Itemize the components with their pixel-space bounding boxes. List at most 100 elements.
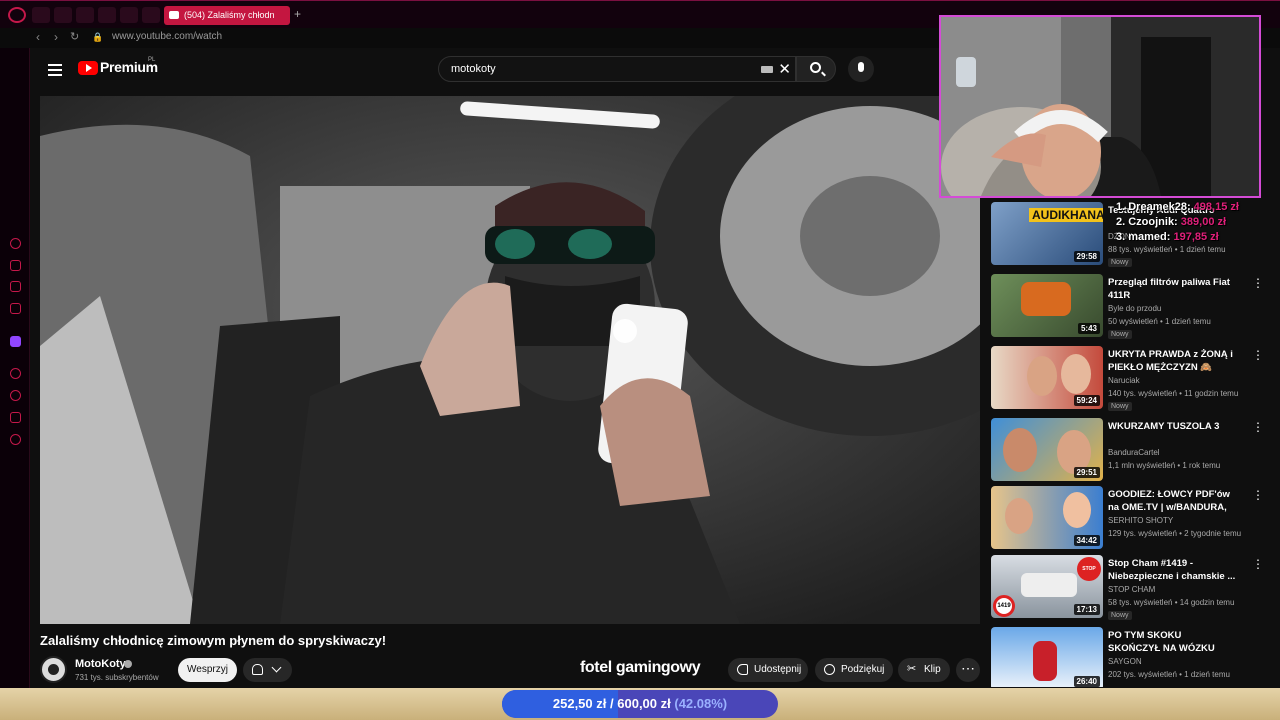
video-thumbnail[interactable]: 26:40 — [991, 627, 1103, 687]
channel-name[interactable]: Byle do przodu — [1108, 304, 1161, 313]
video-thumbnail[interactable]: 29:51 — [991, 418, 1103, 481]
sidebar-extensions-icon[interactable] — [10, 412, 21, 423]
video-duration: 17:13 — [1073, 604, 1100, 615]
microphone-icon — [858, 62, 864, 72]
youtube-favicon-icon — [169, 11, 179, 19]
list-item[interactable]: 26:40 PO TYM SKOKU SKOŃCZYŁ NA WÓZKU SAY… — [990, 627, 1280, 687]
webcam-overlay — [939, 15, 1261, 198]
video-duration: 5:43 — [1077, 323, 1100, 334]
menu-hamburger-icon[interactable] — [48, 64, 62, 76]
video-duration: 29:51 — [1073, 467, 1100, 478]
new-badge: Nowy — [1108, 330, 1132, 339]
video-title[interactable]: Przegląd filtrów paliwa Fiat 411R — [1108, 276, 1236, 302]
video-meta: 129 tys. wyświetleń • 2 tygodnie temu — [1108, 529, 1242, 538]
sidebar-twitch-icon[interactable] — [10, 336, 21, 347]
video-meta: 202 tys. wyświetleń • 1 dzień temu — [1108, 670, 1230, 679]
sidebar-shop-icon[interactable] — [10, 260, 21, 271]
video-thumbnail[interactable]: AUDIKHANA 29:58 — [991, 202, 1103, 265]
video-title[interactable]: GOODIEZ: ŁOWCY PDF'ów na OME.TV | w/BAND… — [1108, 488, 1236, 514]
new-badge: Nowy — [1108, 402, 1132, 411]
video-title[interactable]: WKURZAMY TUSZOLA 3 — [1108, 420, 1236, 433]
list-item[interactable]: 29:51 WKURZAMY TUSZOLA 3 BanduraCartel 1… — [990, 418, 1280, 484]
lock-icon: 🔒 — [92, 32, 104, 42]
more-vert-icon[interactable]: ⋮ — [1252, 557, 1264, 571]
forward-icon[interactable]: › — [54, 30, 58, 44]
tab-pinned-6-icon[interactable] — [142, 7, 160, 23]
list-item[interactable]: 1419 STOP 17:13 Stop Cham #1419 - Niebez… — [990, 555, 1280, 621]
subscriber-count: 731 tys. subskrybentów — [75, 673, 159, 682]
thanks-button[interactable]: Podziękuj — [815, 658, 893, 682]
share-icon — [737, 664, 748, 675]
clip-label: Klip — [924, 664, 941, 675]
new-tab-plus-icon[interactable]: + — [294, 7, 301, 21]
channel-name[interactable]: SAYGON — [1108, 657, 1142, 666]
browser-sidebar — [0, 48, 30, 688]
sidebar-speed-dial-icon[interactable] — [10, 238, 21, 249]
video-thumbnail[interactable]: 5:43 — [991, 274, 1103, 337]
search-input[interactable]: motokoty ✕ — [438, 56, 796, 82]
channel-name[interactable]: SERHITO SHOTY — [1108, 516, 1173, 525]
tab-active-youtube[interactable]: (504) Zalaliśmy chłodn — [164, 6, 290, 25]
sidebar-mail-icon[interactable] — [10, 303, 21, 314]
list-item[interactable]: 34:42 GOODIEZ: ŁOWCY PDF'ów na OME.TV | … — [990, 486, 1280, 552]
more-vert-icon[interactable]: ⋮ — [1252, 348, 1264, 362]
more-vert-icon[interactable]: ⋮ — [1252, 488, 1264, 502]
thanks-icon — [824, 664, 835, 675]
keyboard-icon[interactable] — [761, 66, 773, 73]
sidebar-settings-icon[interactable] — [10, 434, 21, 445]
support-button[interactable]: Wesprzyj — [178, 658, 237, 682]
youtube-logo-icon[interactable] — [78, 61, 98, 75]
opera-logo-icon[interactable] — [8, 7, 26, 23]
new-badge: Nowy — [1108, 611, 1132, 620]
tab-pinned-4-icon[interactable] — [98, 7, 116, 23]
more-vert-icon[interactable]: ⋮ — [1252, 276, 1264, 290]
chevron-down-icon — [271, 662, 282, 673]
share-button[interactable]: Udostępnij — [728, 658, 808, 682]
leaderboard-row: 2. Czoojnik: 389,00 zł — [1116, 216, 1227, 228]
clear-search-icon[interactable]: ✕ — [778, 60, 791, 78]
channel-name[interactable]: MotoKoty — [75, 658, 126, 670]
verified-check-icon — [124, 660, 132, 668]
youtube-header: Premium PL motokoty ✕ — [30, 48, 980, 96]
tab-pinned-5-icon[interactable] — [120, 7, 138, 23]
video-title[interactable]: PO TYM SKOKU SKOŃCZYŁ NA WÓZKU — [1108, 629, 1236, 655]
video-thumbnail[interactable]: 59:24 — [991, 346, 1103, 409]
channel-name[interactable]: Naruciak — [1108, 376, 1140, 385]
back-icon[interactable]: ‹ — [36, 30, 40, 44]
video-player[interactable] — [40, 96, 980, 624]
leaderboard-row: 3. mamed: 197,85 zł — [1116, 231, 1219, 243]
tab-label: (504) Zalaliśmy chłodn — [184, 10, 275, 20]
more-vert-icon[interactable]: ⋮ — [1252, 420, 1264, 434]
donation-goal-text: 252,50 zł / 600,00 zł (42.08%) — [552, 696, 728, 711]
list-item[interactable]: 5:43 Przegląd filtrów paliwa Fiat 411R B… — [990, 274, 1280, 340]
search-icon — [810, 62, 821, 73]
more-actions-button[interactable]: ⋯ — [956, 658, 980, 682]
tab-pinned-2-icon[interactable] — [54, 7, 72, 23]
reload-icon[interactable]: ↻ — [70, 30, 79, 43]
search-button[interactable] — [796, 56, 836, 82]
sidebar-messenger-icon[interactable] — [10, 281, 21, 292]
list-item[interactable]: 59:24 UKRYTA PRAWDA z ŻONĄ i PIEKŁO MĘŻC… — [990, 346, 1280, 412]
video-thumbnail[interactable]: 1419 STOP 17:13 — [991, 555, 1103, 618]
url-field[interactable]: www.youtube.com/watch — [112, 31, 222, 42]
channel-name[interactable]: STOP CHAM — [1108, 585, 1155, 594]
clip-button[interactable]: ✂ Klip — [898, 658, 950, 682]
tab-pinned-3-icon[interactable] — [76, 7, 94, 23]
sidebar-history-icon[interactable] — [10, 390, 21, 401]
video-thumbnail[interactable]: 34:42 — [991, 486, 1103, 549]
tab-pinned-1-icon[interactable] — [32, 7, 50, 23]
bell-icon — [252, 664, 263, 675]
thanks-label: Podziękuj — [841, 664, 885, 675]
voice-search-button[interactable] — [848, 56, 874, 82]
sidebar-player-icon[interactable] — [10, 368, 21, 379]
video-title[interactable]: UKRYTA PRAWDA z ŻONĄ i PIEKŁO MĘŻCZYZN 🙈 — [1108, 348, 1236, 374]
channel-avatar[interactable] — [40, 656, 67, 683]
video-frame — [40, 96, 980, 624]
channel-name[interactable]: BanduraCartel — [1108, 448, 1160, 457]
video-meta: 140 tys. wyświetleń • 11 godzin temu — [1108, 389, 1239, 398]
notifications-button[interactable] — [243, 658, 292, 682]
video-title: Zalaliśmy chłodnicę zimowym płynem do sp… — [40, 633, 387, 648]
video-duration: 29:58 — [1073, 251, 1100, 262]
video-title[interactable]: Stop Cham #1419 - Niebezpieczne i chamsk… — [1108, 557, 1236, 583]
leaderboard-row: 1. Dreamek28: 498,15 zł — [1116, 201, 1239, 213]
